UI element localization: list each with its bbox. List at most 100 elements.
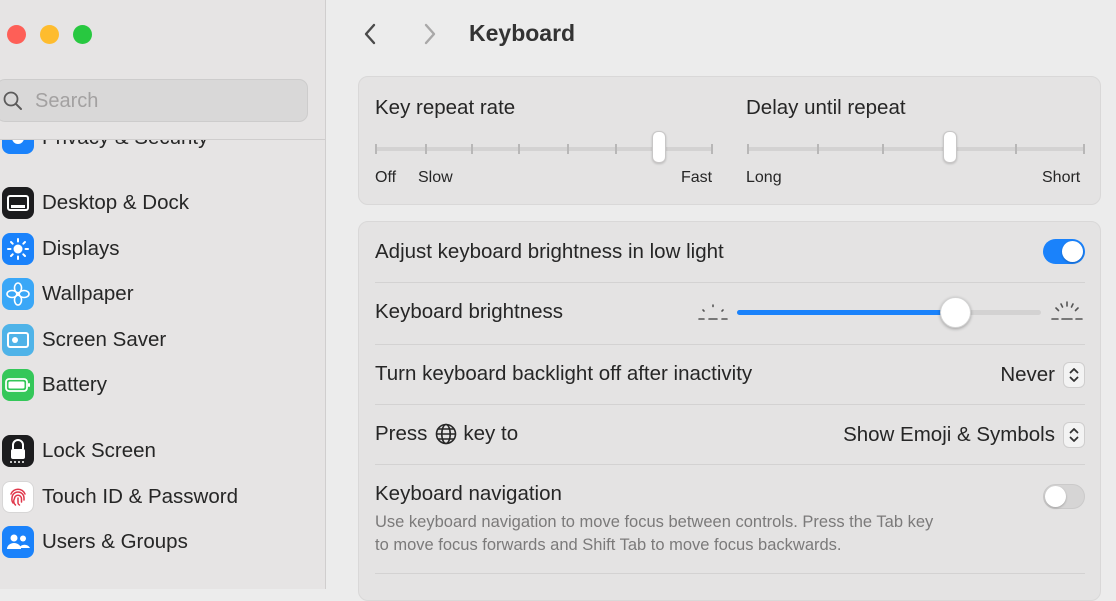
- brightness-low-icon: [698, 304, 728, 320]
- backlight-off-value: Never: [1000, 363, 1055, 386]
- slider-tick: [425, 144, 427, 154]
- search-placeholder: Search: [35, 90, 99, 112]
- globe-key-action-popup[interactable]: Show Emoji & Symbols: [843, 421, 1085, 449]
- sidebar-item-label: Touch ID & Password: [42, 485, 238, 508]
- hand-icon: [2, 140, 34, 154]
- back-button[interactable]: [357, 20, 385, 48]
- sun-icon: [2, 233, 34, 265]
- lock-icon: [2, 435, 34, 467]
- flower-icon: [2, 278, 34, 310]
- slider-tick: [882, 144, 884, 154]
- slider-tick: [1083, 144, 1085, 154]
- keyboard-navigation-description: Use keyboard navigation to move focus be…: [375, 511, 1075, 557]
- slider-tick: [518, 144, 520, 154]
- sidebar-item-label: Desktop & Dock: [42, 191, 189, 214]
- sidebar-item-label: Battery: [42, 373, 107, 396]
- sidebar-item-label: Privacy & Security: [42, 140, 208, 150]
- delay-repeat-slider[interactable]: [747, 144, 1085, 154]
- search-field[interactable]: Search: [0, 79, 308, 122]
- page-title: Keyboard: [469, 20, 576, 46]
- close-window-button[interactable]: [7, 25, 26, 44]
- press-globe-key-row: Press key to Show Emoji & Symbols: [375, 420, 1085, 450]
- users-icon: [2, 526, 34, 558]
- delay-repeat-label-long: Long: [746, 169, 782, 186]
- brightness-high-icon: [1051, 301, 1083, 320]
- backlight-off-label: Turn keyboard backlight off after inacti…: [375, 362, 753, 385]
- sidebar-item-label: Screen Saver: [42, 328, 167, 351]
- adjust-brightness-label: Adjust keyboard brightness in low light: [375, 240, 724, 263]
- row-divider: [375, 404, 1085, 405]
- slider-tick: [747, 144, 749, 154]
- backlight-off-popup[interactable]: Never: [1000, 361, 1085, 389]
- zoom-window-button[interactable]: [73, 25, 92, 44]
- sidebar-item-label: Wallpaper: [42, 282, 134, 305]
- keyboard-brightness-label: Keyboard brightness: [375, 300, 564, 323]
- sidebar-item-label: Lock Screen: [42, 439, 156, 462]
- press-label: Press: [375, 422, 428, 445]
- description-line: Use keyboard navigation to move focus be…: [375, 513, 934, 531]
- keyboard-navigation-toggle[interactable]: [1043, 484, 1085, 509]
- toggle-thumb: [1062, 241, 1083, 262]
- sidebar-item-desktop-dock[interactable]: Desktop & Dock: [0, 183, 325, 223]
- sidebar-item-touch-id-password[interactable]: Touch ID & Password: [0, 477, 325, 517]
- chevron-right-icon: [424, 23, 436, 45]
- slider-tick: [817, 144, 819, 154]
- keyboard-brightness-slider-fill: [737, 310, 956, 315]
- sidebar-item-displays[interactable]: Displays: [0, 229, 325, 269]
- key-repeat-slider-knob[interactable]: [651, 131, 666, 163]
- fingerprint-icon: [2, 481, 34, 513]
- row-divider: [375, 464, 1085, 465]
- sidebar-list: Privacy & Security Desktop & Dock: [0, 140, 325, 589]
- globe-key-action-value: Show Emoji & Symbols: [843, 423, 1055, 446]
- sidebar-item-users-groups[interactable]: Users & Groups: [0, 522, 325, 562]
- delay-repeat-title: Delay until repeat: [746, 96, 906, 119]
- slider-tick: [615, 144, 617, 154]
- key-repeat-label-fast: Fast: [681, 169, 713, 186]
- keyboard-brightness-slider[interactable]: [737, 310, 1041, 315]
- sidebar-item-battery[interactable]: Battery: [0, 365, 325, 405]
- slider-tick: [375, 144, 377, 154]
- sidebar-item-label: Users & Groups: [42, 530, 188, 553]
- slider-tick: [1015, 144, 1017, 154]
- key-repeat-label-off: Off: [375, 169, 397, 186]
- keyboard-brightness-row: Keyboard brightness: [375, 296, 1085, 328]
- row-divider: [375, 282, 1085, 283]
- chevron-up-down-icon: [1063, 362, 1085, 388]
- key-repeat-label-slow: Slow: [418, 169, 453, 186]
- dock-icon: [2, 187, 34, 219]
- globe-icon: [436, 423, 457, 445]
- row-divider: [375, 344, 1085, 345]
- sidebar-item-label: Displays: [42, 237, 120, 260]
- press-globe-key-label: Press key to: [375, 422, 518, 446]
- row-divider: [375, 573, 1085, 574]
- key-repeat-card: Key repeat rate Delay until repeat Off S…: [358, 76, 1101, 205]
- key-to-label: key to: [463, 422, 519, 445]
- sidebar-item-wallpaper[interactable]: Wallpaper: [0, 274, 325, 314]
- sidebar: Search Privacy & Security Desktop & Dock: [0, 0, 326, 589]
- sidebar-item-lock-screen[interactable]: Lock Screen: [0, 431, 325, 471]
- screen-saver-icon: [2, 324, 34, 356]
- slider-tick: [471, 144, 473, 154]
- keyboard-brightness-slider-knob[interactable]: [940, 297, 972, 328]
- toggle-thumb: [1045, 486, 1066, 507]
- sidebar-item-screen-saver[interactable]: Screen Saver: [0, 320, 325, 360]
- slider-tick: [567, 144, 569, 154]
- battery-icon: [2, 369, 34, 401]
- keyboard-settings-card: Adjust keyboard brightness in low light …: [358, 221, 1101, 601]
- backlight-off-row: Turn keyboard backlight off after inacti…: [375, 360, 1085, 390]
- keyboard-navigation-label: Keyboard navigation: [375, 482, 562, 505]
- slider-tick: [711, 144, 713, 154]
- delay-repeat-slider-knob[interactable]: [942, 131, 957, 163]
- forward-button[interactable]: [416, 20, 444, 48]
- description-line: to move focus forwards and Shift Tab to …: [375, 536, 842, 554]
- chevron-up-down-icon: [1063, 422, 1085, 448]
- adjust-brightness-row: Adjust keyboard brightness in low light: [375, 238, 1085, 268]
- search-icon: [3, 91, 22, 110]
- sidebar-item-privacy-security[interactable]: Privacy & Security: [0, 140, 325, 158]
- minimize-window-button[interactable]: [40, 25, 59, 44]
- delay-repeat-label-short: Short: [1042, 169, 1081, 186]
- key-repeat-title: Key repeat rate: [375, 96, 516, 119]
- chevron-left-icon: [364, 23, 376, 45]
- adjust-brightness-toggle[interactable]: [1043, 239, 1085, 264]
- keyboard-navigation-row: Keyboard navigation Use keyboard navigat…: [375, 480, 1085, 560]
